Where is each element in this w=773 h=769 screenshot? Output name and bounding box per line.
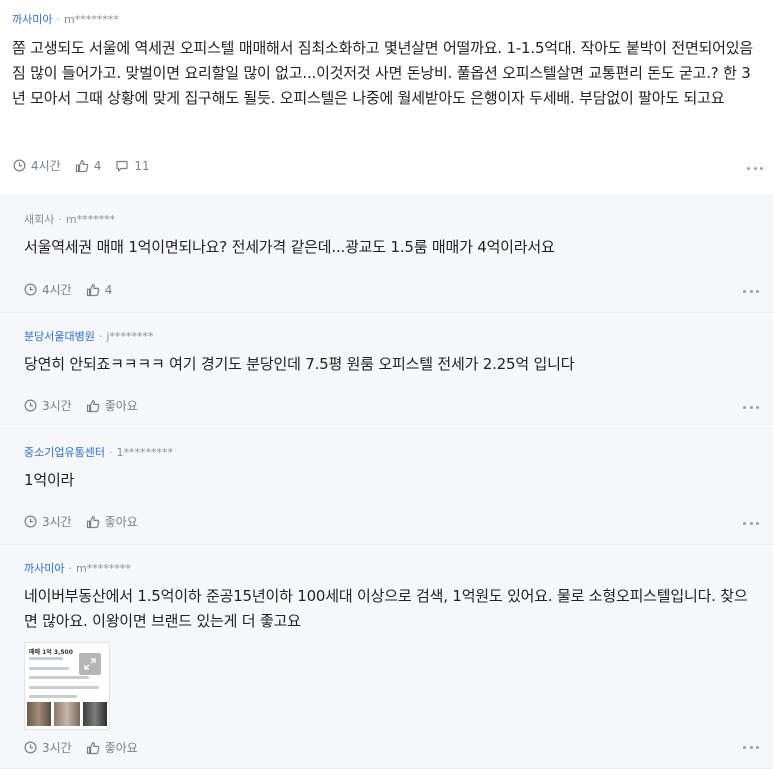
- author-id: m*******: [65, 213, 116, 226]
- author-id: 1*********: [116, 446, 173, 459]
- like-count: 4: [104, 282, 113, 297]
- thumbs-up-icon: [86, 399, 100, 412]
- text-line: [29, 657, 63, 660]
- separator-dot: ·: [58, 213, 62, 226]
- comment-author: 중소기업유통센터 · 1*********: [24, 445, 749, 461]
- reply-comment: 까사미아 · m******** 네이버부동산에서 1.5억이하 준공15년이하 1…: [0, 545, 773, 769]
- clock-icon: [13, 159, 26, 172]
- like-label: 좋아요: [104, 741, 138, 755]
- text-line: [29, 686, 99, 689]
- comment-author: 새회사 · m*******: [24, 212, 749, 228]
- clock-icon: [24, 515, 37, 528]
- like-button[interactable]: 좋아요: [86, 739, 138, 756]
- thumbs-up-icon: [75, 159, 89, 172]
- more-dots-icon[interactable]: [743, 286, 759, 296]
- author-nickname[interactable]: 까사미아: [12, 13, 52, 26]
- like-button[interactable]: 좋아요: [86, 397, 138, 414]
- author-id: m********: [63, 13, 119, 26]
- clock-icon: [24, 741, 37, 754]
- author-nickname[interactable]: 까사미아: [24, 562, 64, 575]
- comment-text: 쫌 고생되도 서울에 역세권 오피스텔 매매해서 짐최소화하고 몇년살면 어떨까…: [12, 39, 753, 107]
- comment-text: 1억이라: [24, 471, 75, 489]
- author-id: j********: [106, 330, 154, 343]
- thumbs-up-icon: [86, 283, 100, 296]
- room-photo: [83, 702, 107, 726]
- author-nickname[interactable]: 새회사: [24, 213, 54, 226]
- clock-icon: [24, 399, 37, 412]
- comment-meta: 4시간 4 11: [13, 157, 150, 174]
- comment-time: 4시간: [13, 157, 61, 174]
- attachment-title: 매매 1억 3,500: [29, 649, 73, 656]
- reply-comment: 중소기업유통센터 · 1********* 1억이라 3시간 좋아요: [0, 429, 773, 545]
- separator-dot: ·: [68, 562, 72, 575]
- comment-time: 4시간: [24, 281, 72, 298]
- comment-time: 3시간: [24, 397, 72, 414]
- reply-comment: 새회사 · m******* 서울역세권 매매 1억이면되나요? 전세가격 같은데.…: [0, 196, 773, 313]
- text-line: [29, 667, 69, 670]
- comment-text: 당연히 안되죠ㅋㅋㅋㅋ 여기 경기도 분당인데 7.5평 원룸 오피스텔 전세가…: [24, 355, 575, 373]
- like-button[interactable]: 4: [86, 282, 113, 297]
- attached-image-thumbnail[interactable]: 매매 1억 3,500: [24, 642, 110, 730]
- text-line: [29, 676, 89, 679]
- time-label: 3시간: [42, 515, 72, 529]
- comment-meta: 3시간 좋아요: [24, 739, 138, 756]
- more-dots-icon[interactable]: [743, 742, 759, 752]
- reply-button[interactable]: 11: [115, 158, 150, 173]
- speech-bubble-icon: [116, 160, 128, 171]
- like-button[interactable]: 4: [75, 158, 102, 173]
- reply-count: 11: [134, 158, 150, 173]
- like-label: 좋아요: [104, 515, 138, 529]
- comment-meta: 3시간 좋아요: [24, 397, 138, 414]
- more-dots-icon[interactable]: [743, 518, 759, 528]
- reply-comment: 분당서울대병원 · j******** 당연히 안되죠ㅋㅋㅋㅋ 여기 경기도 분당인…: [0, 313, 773, 429]
- time-label: 3시간: [42, 399, 72, 413]
- clock-icon: [24, 283, 37, 296]
- expand-arrows-icon: [84, 658, 96, 670]
- comment-author: 까사미아 · m********: [12, 12, 761, 28]
- room-photo: [54, 702, 80, 726]
- like-label: 좋아요: [104, 399, 138, 413]
- like-count: 4: [93, 158, 102, 173]
- like-button[interactable]: 좋아요: [86, 513, 138, 530]
- author-nickname[interactable]: 중소기업유통센터: [24, 446, 105, 459]
- author-nickname[interactable]: 분당서울대병원: [24, 330, 95, 343]
- comment-text: 네이버부동산에서 1.5억이하 준공15년이하 100세대 이상으로 검색, 1…: [24, 587, 748, 630]
- thumbs-up-icon: [86, 741, 100, 754]
- separator-dot: ·: [108, 446, 113, 459]
- comment-meta: 4시간 4: [24, 281, 112, 298]
- thumbs-up-icon: [86, 515, 100, 528]
- expand-icon[interactable]: [79, 653, 101, 675]
- room-photo: [27, 702, 51, 726]
- more-dots-icon[interactable]: [743, 402, 759, 412]
- text-line: [29, 695, 77, 698]
- comment-time: 3시간: [24, 739, 72, 756]
- comment: 까사미아 · m******** 쫌 고생되도 서울에 역세권 오피스텔 매매해서 …: [0, 0, 773, 196]
- time-label: 4시간: [31, 159, 61, 173]
- comment-text: 서울역세권 매매 1억이면되나요? 전세가격 같은데...광교도 1.5룸 매매…: [24, 238, 555, 256]
- separator-dot: ·: [56, 13, 60, 26]
- comment-author: 분당서울대병원 · j********: [24, 329, 749, 345]
- more-dots-icon[interactable]: [747, 163, 763, 173]
- comment-time: 3시간: [24, 513, 72, 530]
- comment-thread: 까사미아 · m******** 쫌 고생되도 서울에 역세권 오피스텔 매매해서 …: [0, 0, 773, 769]
- comment-author: 까사미아 · m********: [24, 561, 749, 577]
- author-id: m********: [75, 562, 131, 575]
- time-label: 4시간: [42, 283, 72, 297]
- time-label: 3시간: [42, 741, 72, 755]
- comment-meta: 3시간 좋아요: [24, 513, 138, 530]
- separator-dot: ·: [98, 330, 103, 343]
